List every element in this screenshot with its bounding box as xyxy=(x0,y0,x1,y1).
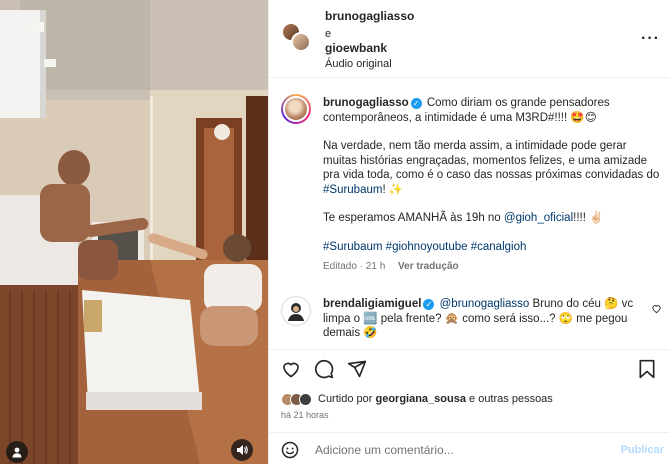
post-header: brunogagliasso e gioewbank Áudio origina… xyxy=(269,0,669,78)
instagram-post: brunogagliasso e gioewbank Áudio origina… xyxy=(0,0,669,464)
heart-icon xyxy=(652,305,661,314)
speaker-icon xyxy=(237,445,248,455)
comment-icon xyxy=(314,359,334,379)
collaborator-username-link[interactable]: gioewbank xyxy=(325,41,387,55)
send-icon xyxy=(347,360,367,378)
verified-badge-icon: ✓ xyxy=(410,98,422,109)
user-icon xyxy=(12,447,22,458)
comment-button[interactable] xyxy=(314,359,334,382)
like-button[interactable] xyxy=(281,359,301,382)
mention-link[interactable]: @gioh_oficial xyxy=(504,212,573,224)
commenter-avatar[interactable] xyxy=(281,296,311,326)
caption-username-link[interactable]: brunogagliasso xyxy=(323,97,409,109)
avatar xyxy=(291,32,311,52)
caption-paragraph2-end: ! ✨ xyxy=(382,183,404,196)
comment-username-link[interactable]: brendaligiamiguel xyxy=(323,298,421,310)
save-button[interactable] xyxy=(638,359,656,382)
comment-text: brendaligiamiguel ✓ @brunogagliasso Bruno… xyxy=(323,297,643,341)
likes-summary: Curtido por georgiana_sousa e outras pes… xyxy=(281,391,553,407)
comment-input[interactable] xyxy=(315,441,605,459)
hashtag-link[interactable]: #canalgioh xyxy=(471,241,527,253)
post-video[interactable] xyxy=(0,0,268,464)
post-side-panel: brunogagliasso e gioewbank Áudio origina… xyxy=(268,0,669,464)
hashtag-link[interactable]: #Surubaum xyxy=(323,241,382,253)
hashtag-link[interactable]: #Surubaum xyxy=(323,184,382,196)
collab-avatars[interactable] xyxy=(281,22,315,56)
caption-meta: Editado · 21 h Ver tradução xyxy=(323,260,661,275)
mention-link[interactable]: @brunogagliasso xyxy=(440,298,530,310)
publish-button[interactable]: Publicar xyxy=(621,444,664,456)
video-frame xyxy=(0,0,268,464)
edited-label: Editado · 21 h xyxy=(323,261,386,272)
author-username-link[interactable]: brunogagliasso xyxy=(325,9,414,23)
tagged-users-button[interactable] xyxy=(6,441,28,463)
hashtag-link[interactable]: #giohnoyoutube xyxy=(386,241,468,253)
caption-paragraph3-end: !!!! ✌🏻 xyxy=(573,212,604,224)
more-options-icon[interactable]: ··· xyxy=(641,30,660,48)
caption-paragraph2: Na verdade, nem tão merda assim, a intim… xyxy=(323,140,660,181)
liked-by-prefix: Curtido por xyxy=(318,393,376,405)
liked-by-username-link[interactable]: georgiana_sousa xyxy=(375,393,465,405)
bookmark-icon xyxy=(639,359,655,379)
comment-like-button[interactable] xyxy=(651,303,662,317)
emoji-button[interactable] xyxy=(281,441,299,462)
verified-badge-icon: ✓ xyxy=(423,299,435,310)
heart-icon xyxy=(283,362,299,378)
collab-connector: e xyxy=(325,28,332,40)
liked-by-text[interactable]: Curtido por georgiana_sousa e outras pes… xyxy=(318,393,553,405)
translate-link[interactable]: Ver tradução xyxy=(398,261,459,272)
author-avatar[interactable] xyxy=(281,94,311,124)
post-actions xyxy=(269,349,669,387)
post-timestamp[interactable]: há 21 horas xyxy=(281,410,329,420)
mute-toggle-button[interactable] xyxy=(231,439,253,461)
caption-paragraph3: Te esperamos AMANHÃ às 19h no xyxy=(323,212,504,224)
commenter-avatar-image xyxy=(288,303,304,321)
caption-text: brunogagliasso ✓ Como diriam os grande pe… xyxy=(323,96,661,275)
add-comment-bar: Publicar xyxy=(269,432,669,464)
avatar xyxy=(299,392,312,406)
audio-link[interactable]: Áudio original xyxy=(325,58,392,70)
share-button[interactable] xyxy=(347,359,367,382)
liked-by-suffix: e outras pessoas xyxy=(465,393,553,405)
smiley-icon xyxy=(281,441,299,459)
